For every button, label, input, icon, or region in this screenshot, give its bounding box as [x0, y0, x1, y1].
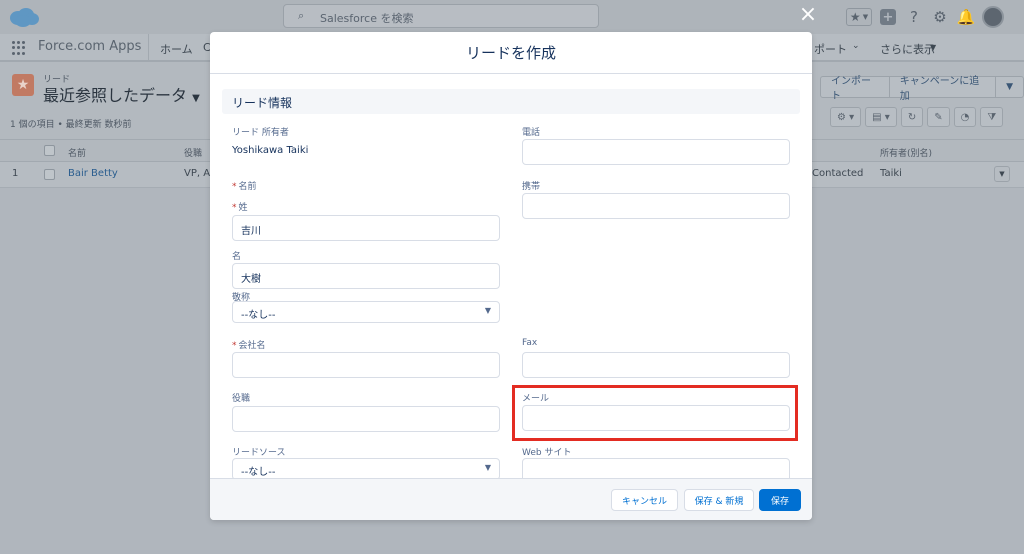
chevron-down-icon[interactable]: ⌄ [852, 41, 860, 51]
global-search-input[interactable]: ⌕ Salesforce を検索 [283, 4, 599, 28]
app-name: Force.com Apps [38, 39, 142, 54]
more-actions-icon[interactable]: ▼ [996, 77, 1023, 97]
modal-title: リードを作成 [210, 32, 812, 74]
list-settings-icon[interactable]: ⚙ ▾ [830, 107, 862, 127]
header-icons: ★ ▼ + ? ⚙ 🔔 [846, 6, 1004, 28]
divider [148, 34, 149, 60]
title-input[interactable] [232, 406, 500, 432]
last-name-input[interactable]: 吉川 [232, 215, 500, 241]
caret-down-icon: ▼ [484, 306, 491, 315]
company-label: * 会社名 [232, 341, 266, 351]
title-label: 役職 [232, 394, 251, 404]
row-actions-icon[interactable]: ▼ [994, 166, 1010, 182]
list-view-title[interactable]: 最近参照したデータ ▼ [43, 82, 200, 106]
website-label: Web サイト [522, 448, 572, 458]
search-placeholder: Salesforce を検索 [320, 12, 414, 25]
help-icon[interactable]: ? [904, 7, 924, 27]
display-as-icon[interactable]: ▤ ▾ [865, 107, 897, 127]
list-action-group: インポート キャンペーンに追加 ▼ [820, 76, 1024, 102]
chart-icon[interactable]: ◔ [953, 107, 977, 127]
lead-source-select[interactable]: --なし-- ▼ [232, 458, 500, 478]
refresh-icon[interactable]: ↻ [900, 107, 924, 127]
company-input[interactable] [232, 352, 500, 378]
filter-icon[interactable]: ⧩ [980, 107, 1004, 127]
caret-down-icon: ▼ [930, 43, 937, 52]
avatar[interactable] [982, 6, 1004, 28]
bell-icon[interactable]: 🔔 [956, 7, 976, 27]
global-actions-button[interactable]: + [878, 7, 898, 27]
gear-icon[interactable]: ⚙ [930, 7, 950, 27]
column-header-name[interactable]: 名前 [68, 146, 86, 159]
lead-name-link[interactable]: Bair Betty [68, 168, 118, 179]
owner-value: Yoshikawa Taiki [232, 145, 309, 156]
list-meta: 1 個の項目 • 最終更新 数秒前 [10, 120, 132, 130]
global-header: ⌕ Salesforce を検索 ★ ▼ + ? ⚙ 🔔 [0, 0, 1024, 34]
fax-input[interactable] [522, 352, 790, 378]
chevron-down-icon: ▼ [862, 13, 869, 21]
section-header: リード情報 [222, 89, 800, 114]
column-header-owner[interactable]: 所有者(別名) [880, 146, 932, 159]
row-checkbox[interactable] [44, 169, 55, 180]
lead-source-label: リードソース [232, 448, 286, 458]
list-tools: ⚙ ▾ ▤ ▾ ↻ ✎ ◔ ⧩ [830, 107, 1004, 127]
app-launcher-icon[interactable] [12, 41, 26, 55]
close-icon[interactable]: × [797, 4, 819, 26]
first-name-label: 名 [232, 252, 242, 262]
nav-item-reports[interactable]: ポート [814, 41, 847, 57]
first-name-input[interactable]: 大樹 [232, 263, 500, 289]
salesforce-logo-icon [10, 8, 39, 27]
mobile-label: 携帯 [522, 182, 541, 192]
email-highlight-box [512, 385, 798, 441]
phone-label: 電話 [522, 128, 541, 138]
caret-down-icon: ▼ [192, 93, 200, 104]
nav-item-more[interactable]: さらに表示 [880, 41, 935, 57]
select-all-checkbox[interactable] [44, 145, 55, 156]
name-label: * 名前 [232, 182, 257, 192]
column-header-title[interactable]: 役職 [184, 146, 202, 159]
lead-icon: ★ [12, 74, 34, 96]
lead-owner: Taiki [880, 168, 902, 179]
save-and-new-button[interactable]: 保存 & 新規 [684, 489, 754, 511]
website-input[interactable] [522, 458, 790, 478]
star-icon: ★ [849, 10, 861, 24]
caret-down-icon: ▼ [484, 463, 491, 472]
create-lead-modal: リードを作成 リード情報 リード 所有者 Yoshikawa Taiki * 名前… [210, 32, 812, 520]
phone-input[interactable] [522, 139, 790, 165]
nav-item-home[interactable]: ホーム [160, 41, 193, 57]
save-button[interactable]: 保存 [759, 489, 801, 511]
cancel-button[interactable]: キャンセル [611, 489, 678, 511]
row-number: 1 [12, 168, 19, 179]
fax-label: Fax [522, 338, 538, 348]
edit-icon[interactable]: ✎ [927, 107, 950, 127]
favorites-button[interactable]: ★ ▼ [846, 8, 872, 26]
last-name-label: * 姓 [232, 203, 248, 213]
plus-icon: + [880, 9, 896, 25]
lead-status: Contacted [812, 168, 864, 179]
owner-label: リード 所有者 [232, 128, 289, 138]
salutation-value: --なし-- [241, 310, 276, 321]
salutation-select[interactable]: --なし-- ▼ [232, 301, 500, 323]
add-to-campaign-button[interactable]: キャンペーンに追加 [890, 76, 997, 102]
search-icon: ⌕ [298, 9, 305, 22]
mobile-input[interactable] [522, 193, 790, 219]
import-button[interactable]: インポート [821, 76, 890, 102]
lead-source-value: --なし-- [241, 467, 276, 478]
modal-footer: キャンセル 保存 & 新規 保存 [210, 478, 812, 520]
